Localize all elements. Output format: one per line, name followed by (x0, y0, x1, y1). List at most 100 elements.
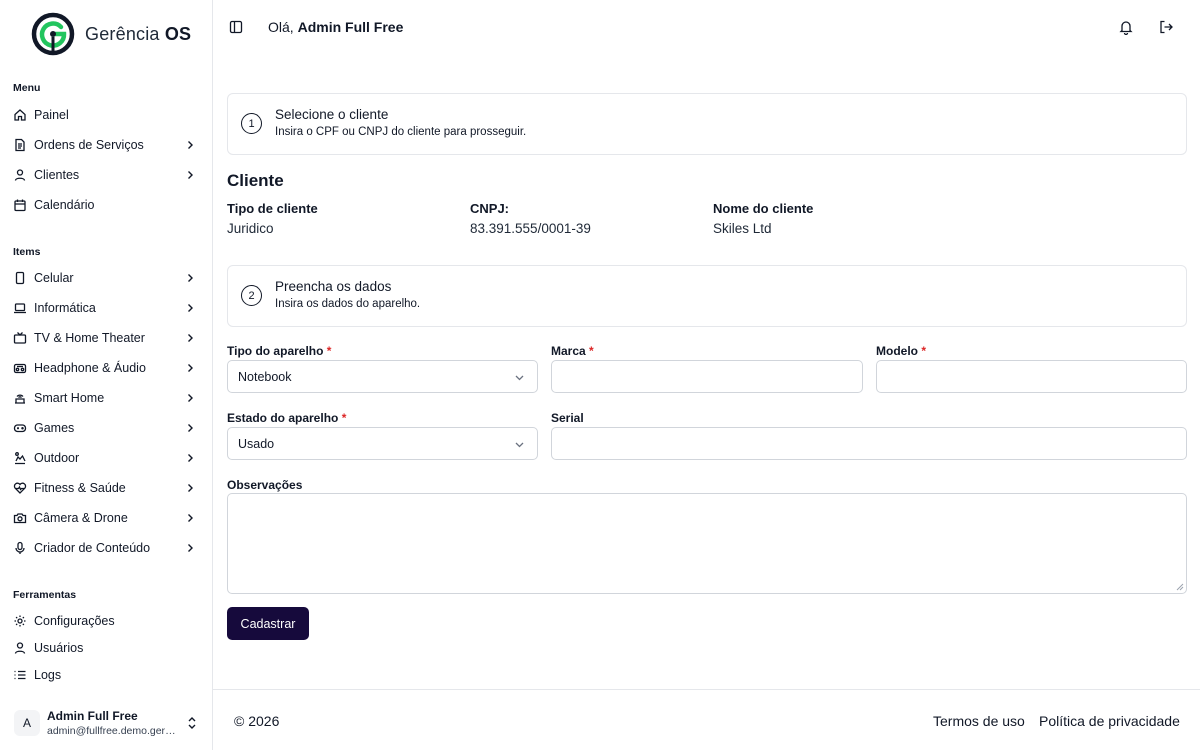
chevron-right-icon (188, 544, 193, 552)
sidebar-item-clientes[interactable]: Clientes (8, 162, 204, 188)
speaker-icon (13, 361, 27, 375)
greeting-user-name: Admin Full Free (297, 19, 404, 35)
sidebar-item-configuracoes[interactable]: Configurações (8, 608, 204, 634)
sidebar-item-label: Informática (34, 301, 96, 315)
sidebar-item-label: Fitness & Saúde (34, 481, 126, 495)
user-name: Admin Full Free (47, 709, 138, 723)
sidebar-item-label: Câmera & Drone (34, 511, 128, 525)
chevron-right-icon (188, 454, 193, 462)
sidebar-item-label: Clientes (34, 168, 80, 182)
document-icon (13, 138, 27, 152)
sidebar-item-label: Usuários (34, 641, 84, 655)
step-description: Insira o CPF ou CNPJ do cliente para pro… (275, 126, 527, 138)
client-type-value: Juridico (227, 221, 274, 236)
client-name-value: Skiles Ltd (713, 221, 772, 236)
outdoor-icon (13, 451, 27, 465)
sidebar-item-outdoor[interactable]: Outdoor (8, 445, 204, 471)
device-type-label: Tipo do aparelho * (227, 344, 332, 358)
terms-link[interactable]: Termos de uso (933, 713, 1025, 729)
home-icon (13, 108, 27, 122)
chevron-right-icon (188, 484, 193, 492)
model-input[interactable] (876, 360, 1187, 393)
sidebar-item-calendario[interactable]: Calendário (8, 192, 204, 218)
chevron-down-icon (515, 442, 524, 448)
sidebar-item-label: Headphone & Áudio (34, 361, 146, 375)
sidebar-item-logs[interactable]: Logs (8, 662, 204, 688)
smart-home-icon (13, 391, 27, 405)
chevron-right-icon (188, 334, 193, 342)
chevrons-up-down-icon (188, 717, 196, 729)
serial-label: Serial (551, 411, 584, 425)
microphone-icon (13, 541, 27, 555)
brand-label: Marca * (551, 344, 594, 358)
sidebar: Gerência OS Menu Painel Ordens de Serviç… (0, 0, 213, 750)
brand-name: Gerência OS (85, 23, 192, 44)
sidebar-item-celular[interactable]: Celular (8, 265, 204, 291)
sidebar-item-games[interactable]: Games (8, 415, 204, 441)
sidebar-item-camera[interactable]: Câmera & Drone (8, 505, 204, 531)
tv-icon (13, 331, 27, 345)
tools-section-title: Ferramentas (13, 589, 77, 601)
bell-icon[interactable] (1118, 19, 1134, 35)
sidebar-toggle-icon[interactable] (229, 20, 243, 34)
sidebar-item-ordens[interactable]: Ordens de Serviços (8, 132, 204, 158)
sidebar-item-label: Ordens de Serviços (34, 138, 144, 152)
step-number: 1 (241, 113, 262, 134)
sidebar-item-usuarios[interactable]: Usuários (8, 635, 204, 661)
sidebar-item-criador[interactable]: Criador de Conteúdo (8, 535, 204, 561)
sidebar-item-headphone[interactable]: Headphone & Áudio (8, 355, 204, 381)
brand-logo[interactable]: Gerência OS (31, 12, 191, 56)
user-menu[interactable]: A Admin Full Free admin@fullfree.demo.ge… (0, 696, 212, 750)
sidebar-item-label: Outdoor (34, 451, 80, 465)
laptop-icon (13, 301, 27, 315)
smartphone-icon (13, 271, 27, 285)
sidebar-item-smart-home[interactable]: Smart Home (8, 385, 204, 411)
model-label: Modelo * (876, 344, 927, 358)
user-icon (13, 641, 27, 655)
notes-textarea[interactable] (227, 493, 1187, 594)
brand-input[interactable] (551, 360, 863, 393)
sidebar-item-informatica[interactable]: Informática (8, 295, 204, 321)
user-icon (13, 168, 27, 182)
logout-icon[interactable] (1158, 19, 1174, 35)
sidebar-item-painel[interactable]: Painel (8, 102, 204, 128)
copyright: © 2026 (234, 713, 280, 729)
device-type-select[interactable]: Notebook (227, 360, 538, 393)
chevron-down-icon (515, 375, 524, 381)
sidebar-item-label: TV & Home Theater (34, 331, 145, 345)
greeting: Olá, Admin Full Free (268, 19, 404, 35)
gear-icon (13, 614, 27, 628)
notes-label: Observações (227, 478, 303, 492)
list-icon (13, 668, 27, 682)
sidebar-item-label: Games (34, 421, 75, 435)
sidebar-item-label: Configurações (34, 614, 115, 628)
user-email: admin@fullfree.demo.gerenciaos.com (47, 725, 179, 737)
device-type-value: Notebook (238, 369, 292, 384)
sidebar-item-label: Painel (34, 108, 69, 122)
chevron-right-icon (188, 394, 193, 402)
footer: © 2026 Termos de uso Política de privaci… (213, 689, 1200, 750)
step-description: Insira os dados do aparelho. (275, 298, 421, 310)
client-section-title: Cliente (227, 171, 284, 190)
sidebar-item-tv[interactable]: TV & Home Theater (8, 325, 204, 351)
chevron-right-icon (188, 141, 193, 149)
serial-input[interactable] (551, 427, 1187, 460)
device-state-label: Estado do aparelho * (227, 411, 347, 425)
items-section-title: Items (13, 246, 41, 258)
sidebar-item-label: Smart Home (34, 391, 105, 405)
sidebar-item-label: Calendário (34, 198, 95, 212)
sidebar-item-fitness[interactable]: Fitness & Saúde (8, 475, 204, 501)
privacy-link[interactable]: Política de privacidade (1039, 713, 1180, 729)
sidebar-item-label: Criador de Conteúdo (34, 541, 151, 555)
step-title: Preencha os dados (275, 279, 392, 294)
chevron-right-icon (188, 304, 193, 312)
client-type-label: Tipo de cliente (227, 201, 318, 216)
device-state-value: Usado (238, 436, 275, 451)
submit-button[interactable]: Cadastrar (227, 607, 309, 640)
heart-pulse-icon (13, 481, 27, 495)
resize-handle-icon[interactable] (1176, 583, 1184, 591)
chevron-right-icon (188, 274, 193, 282)
device-state-select[interactable]: Usado (227, 427, 538, 460)
step-number: 2 (241, 285, 262, 306)
step-card-2: 2 Preencha os dados Insira os dados do a… (227, 265, 1187, 327)
